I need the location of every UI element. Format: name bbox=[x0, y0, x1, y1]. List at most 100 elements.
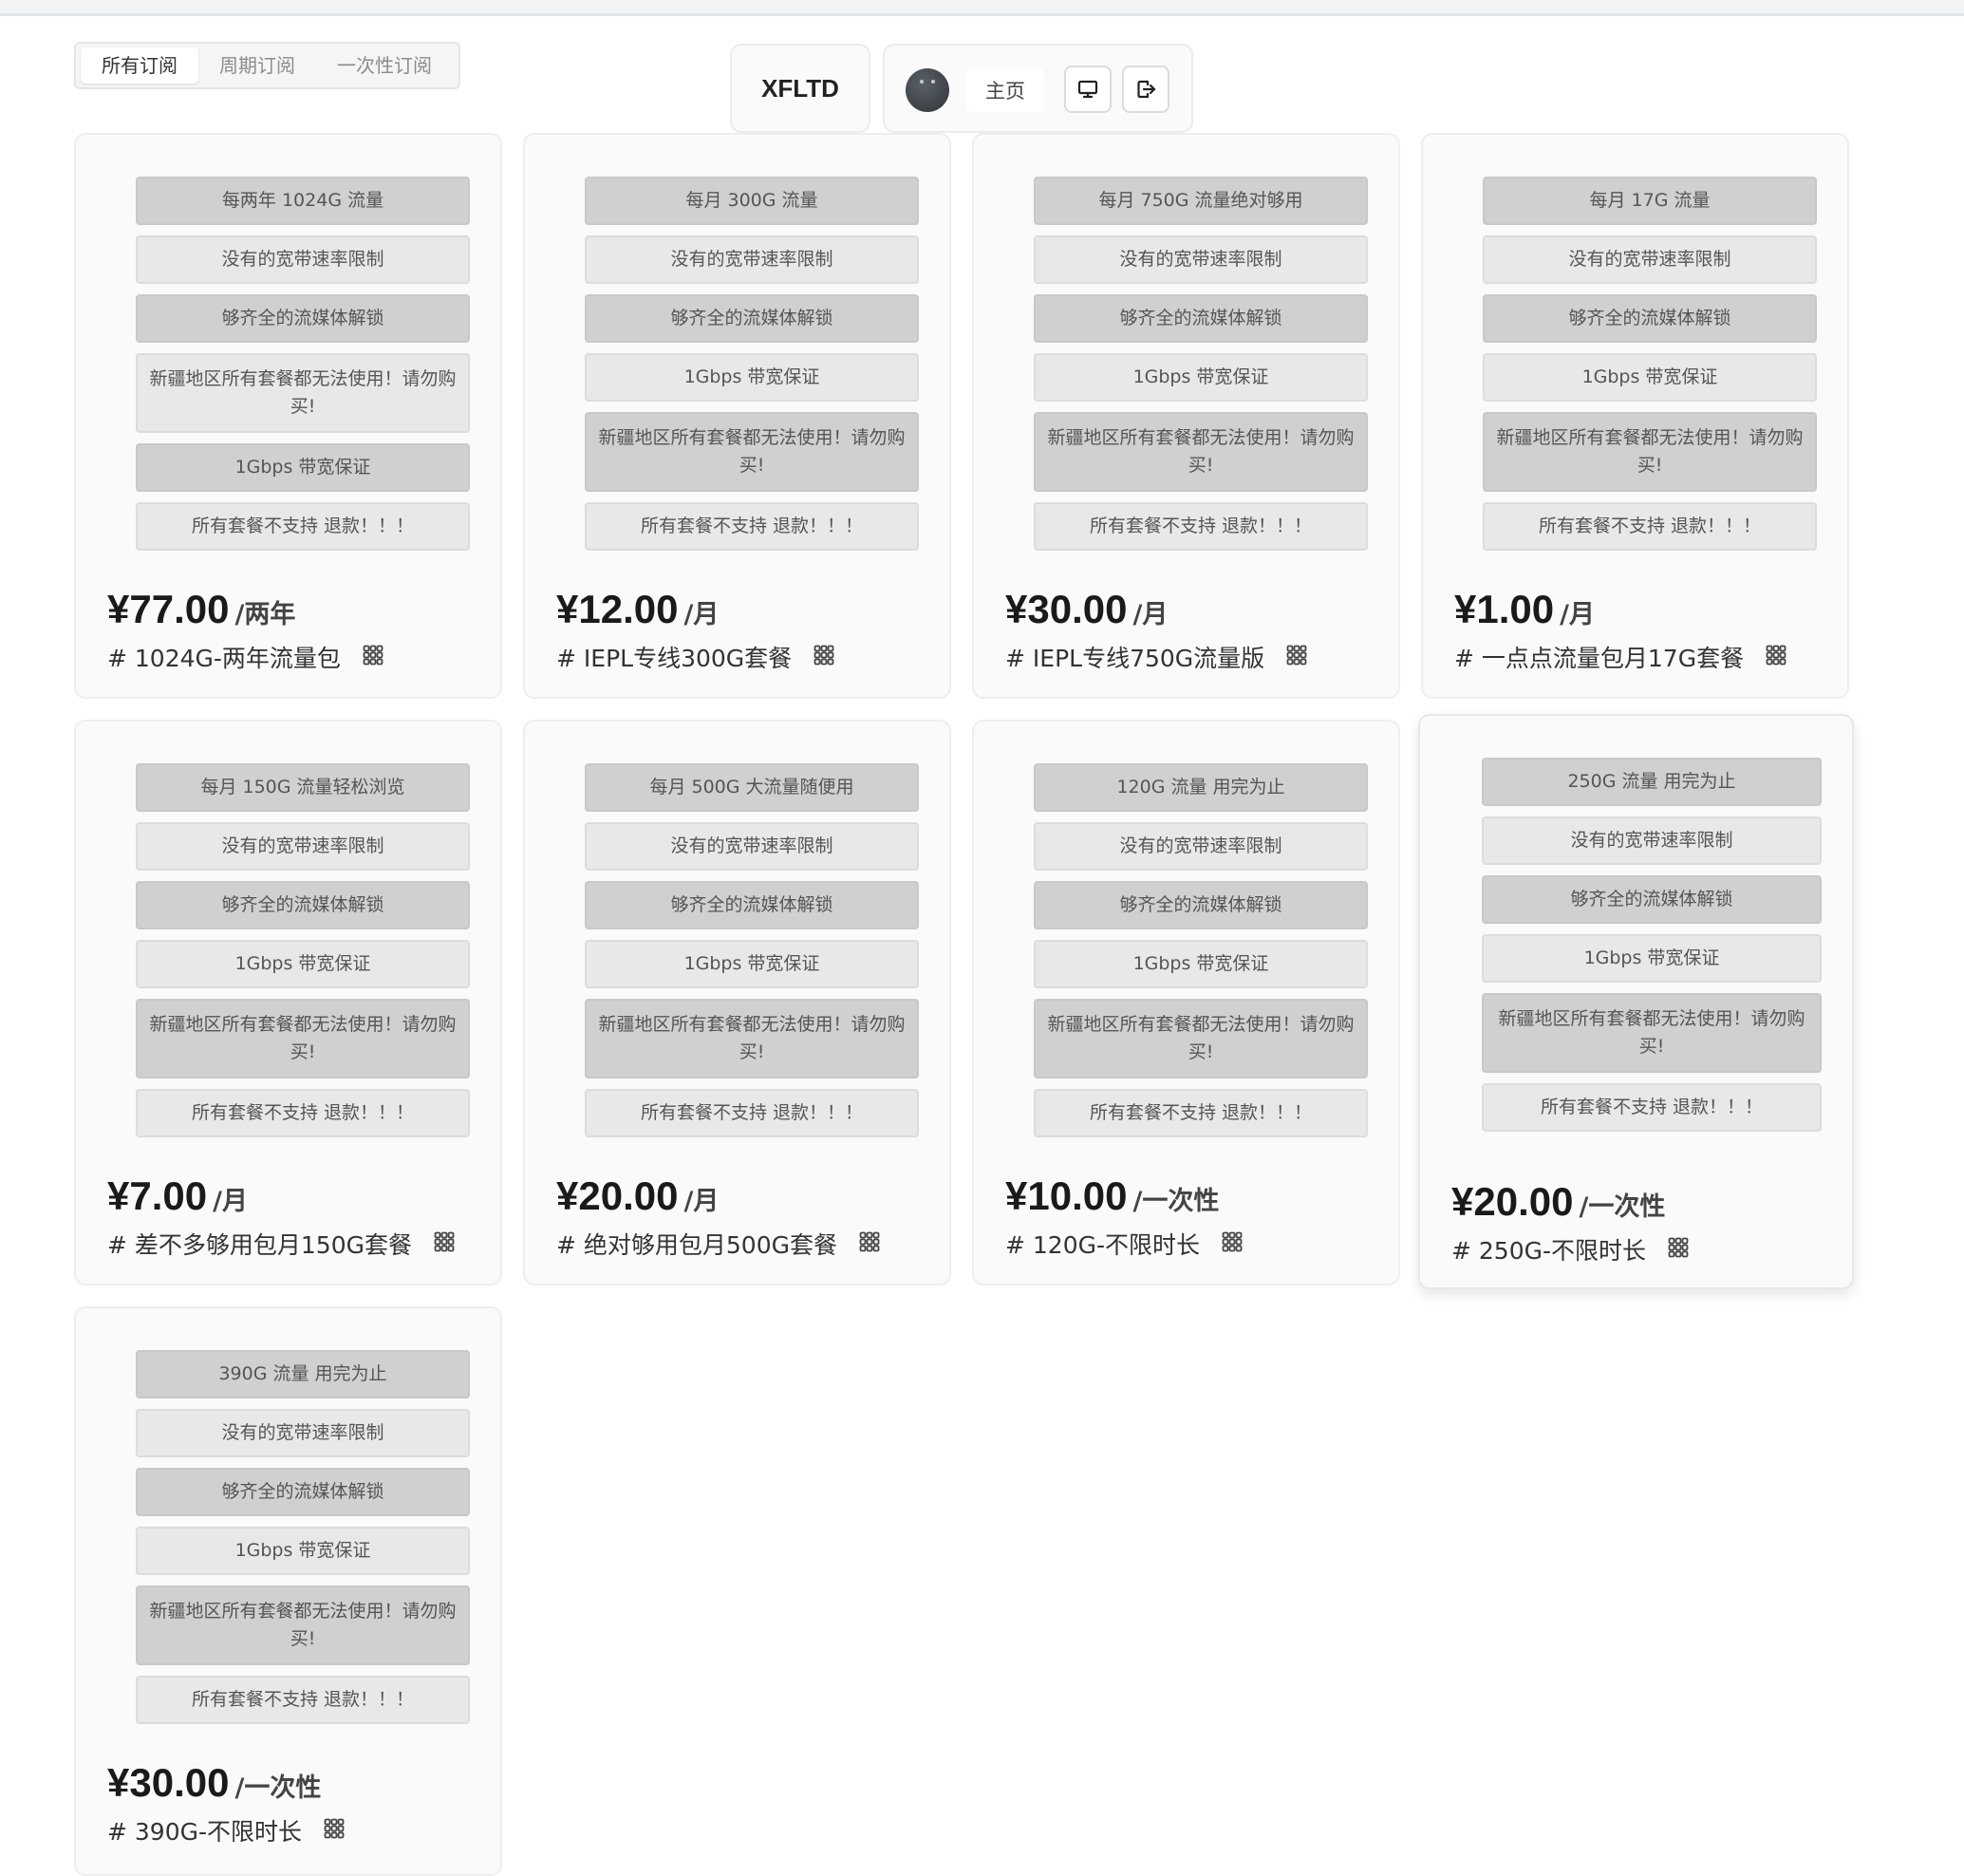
price-period: /一次性 bbox=[1579, 1192, 1666, 1222]
price-amount: ¥10.00 bbox=[1005, 1173, 1128, 1218]
feature-item: 没有的宽带速率限制 bbox=[585, 235, 919, 284]
price-period: /月 bbox=[683, 600, 720, 629]
plan-price: ¥20.00/一次性 bbox=[1451, 1179, 1665, 1225]
plan-card[interactable]: 390G 流量 用完为止 没有的宽带速率限制 够齐全的流媒体解锁 1Gbps 带宽保证… bbox=[74, 1306, 502, 1876]
feature-item: 够齐全的流媒体解锁 bbox=[585, 881, 919, 929]
price-amount: ¥20.00 bbox=[556, 1173, 679, 1218]
feature-item: 1Gbps 带宽保证 bbox=[1483, 353, 1817, 402]
feature-item: 250G 流量 用完为止 bbox=[1482, 758, 1822, 806]
feature-item: 新疆地区所有套餐都无法使用！请勿购买! bbox=[1034, 999, 1368, 1079]
desktop-button[interactable] bbox=[1064, 66, 1112, 113]
feature-item: 所有套餐不支持 退款！！！ bbox=[1034, 1089, 1368, 1137]
plan-price: ¥12.00/月 bbox=[556, 587, 719, 632]
grid-icon[interactable] bbox=[433, 1231, 458, 1256]
feature-item: 新疆地区所有套餐都无法使用！请勿购买! bbox=[1034, 412, 1368, 492]
plan-name-text: # 绝对够用包月500G套餐 bbox=[556, 1231, 837, 1259]
plan-price: ¥30.00/一次性 bbox=[107, 1760, 321, 1806]
feature-list: 每两年 1024G 流量 没有的宽带速率限制 够齐全的流媒体解锁 新疆地区所有套餐都无… bbox=[136, 177, 470, 561]
plan-card[interactable]: 120G 流量 用完为止 没有的宽带速率限制 够齐全的流媒体解锁 1Gbps 带宽保证… bbox=[972, 720, 1400, 1285]
feature-item: 没有的宽带速率限制 bbox=[136, 235, 470, 284]
feature-item: 新疆地区所有套餐都无法使用！请勿购买! bbox=[136, 353, 470, 433]
desktop-icon bbox=[1077, 80, 1098, 99]
grid-icon[interactable] bbox=[813, 645, 837, 669]
feature-item: 够齐全的流媒体解锁 bbox=[585, 294, 919, 343]
tab-all-subscriptions[interactable]: 所有订阅 bbox=[81, 47, 198, 84]
feature-list: 每月 300G 流量 没有的宽带速率限制 够齐全的流媒体解锁 1Gbps 带宽保证 新疆… bbox=[585, 177, 919, 561]
price-period: /一次性 bbox=[234, 1773, 322, 1803]
feature-item: 够齐全的流媒体解锁 bbox=[1483, 294, 1817, 343]
price-period: /月 bbox=[1560, 600, 1595, 629]
feature-item: 新疆地区所有套餐都无法使用！请勿购买! bbox=[585, 412, 919, 492]
avatar[interactable] bbox=[906, 68, 949, 112]
plan-name: # 120G-不限时长 bbox=[1005, 1227, 1245, 1261]
plan-card[interactable]: 每月 300G 流量 没有的宽带速率限制 够齐全的流媒体解锁 1Gbps 带宽保证 新疆… bbox=[523, 133, 951, 699]
feature-item: 所有套餐不支持 退款！！！ bbox=[136, 502, 470, 551]
plan-card[interactable]: 每月 500G 大流量随便用 没有的宽带速率限制 够齐全的流媒体解锁 1Gbps 带宽… bbox=[523, 720, 951, 1285]
feature-item: 所有套餐不支持 退款！！！ bbox=[585, 502, 919, 551]
feature-item: 所有套餐不支持 退款！！！ bbox=[1483, 502, 1817, 551]
grid-icon[interactable] bbox=[858, 1231, 883, 1256]
grid-icon[interactable] bbox=[1285, 645, 1310, 669]
price-amount: ¥30.00 bbox=[107, 1760, 230, 1805]
feature-item: 没有的宽带速率限制 bbox=[1034, 235, 1368, 284]
plan-name: # IEPL专线750G流量版 bbox=[1005, 640, 1310, 674]
plan-card[interactable]: 每月 150G 流量轻松浏览 没有的宽带速率限制 够齐全的流媒体解锁 1Gbps 带宽… bbox=[74, 720, 502, 1285]
feature-item: 新疆地区所有套餐都无法使用！请勿购买! bbox=[1482, 993, 1822, 1073]
plan-price: ¥10.00/一次性 bbox=[1005, 1173, 1219, 1219]
feature-list: 每月 750G 流量绝对够用 没有的宽带速率限制 够齐全的流媒体解锁 1Gbps 带宽… bbox=[1034, 177, 1368, 561]
price-period: /月 bbox=[213, 1187, 248, 1216]
price-period: /月 bbox=[683, 1187, 720, 1216]
feature-list: 每月 500G 大流量随便用 没有的宽带速率限制 够齐全的流媒体解锁 1Gbps 带宽… bbox=[585, 763, 919, 1148]
feature-item: 1Gbps 带宽保证 bbox=[1034, 353, 1368, 402]
feature-list: 250G 流量 用完为止 没有的宽带速率限制 够齐全的流媒体解锁 1Gbps 带宽保证… bbox=[1482, 758, 1822, 1142]
plan-name-text: # 差不多够用包月150G套餐 bbox=[107, 1231, 412, 1259]
subscription-filter-tabs: 所有订阅 周期订阅 一次性订阅 bbox=[74, 42, 460, 89]
feature-item: 够齐全的流媒体解锁 bbox=[136, 881, 470, 929]
feature-item: 没有的宽带速率限制 bbox=[1034, 822, 1368, 871]
feature-item: 没有的宽带速率限制 bbox=[136, 1409, 470, 1457]
plan-card[interactable]: 每两年 1024G 流量 没有的宽带速率限制 够齐全的流媒体解锁 新疆地区所有套餐都无… bbox=[74, 133, 502, 699]
feature-item: 1Gbps 带宽保证 bbox=[136, 1527, 470, 1575]
grid-icon[interactable] bbox=[1765, 645, 1789, 669]
plan-price: ¥77.00/两年 bbox=[107, 587, 295, 632]
feature-item: 390G 流量 用完为止 bbox=[136, 1350, 470, 1398]
feature-item: 所有套餐不支持 退款！！！ bbox=[136, 1676, 470, 1724]
feature-item: 新疆地区所有套餐都无法使用！请勿购买! bbox=[1483, 412, 1817, 492]
feature-item: 没有的宽带速率限制 bbox=[136, 822, 470, 871]
plan-card[interactable]: 每月 750G 流量绝对够用 没有的宽带速率限制 够齐全的流媒体解锁 1Gbps 带宽… bbox=[972, 133, 1400, 699]
tab-periodic-subscriptions[interactable]: 周期订阅 bbox=[198, 47, 316, 84]
feature-item: 每两年 1024G 流量 bbox=[136, 177, 470, 225]
feature-item: 新疆地区所有套餐都无法使用！请勿购买! bbox=[136, 999, 470, 1079]
feature-item: 没有的宽带速率限制 bbox=[1483, 235, 1817, 284]
tab-one-time-subscriptions[interactable]: 一次性订阅 bbox=[316, 47, 453, 84]
grid-icon[interactable] bbox=[1221, 1231, 1245, 1256]
feature-item: 所有套餐不支持 退款！！！ bbox=[585, 1089, 919, 1137]
grid-icon[interactable] bbox=[1667, 1237, 1692, 1262]
feature-item: 没有的宽带速率限制 bbox=[1482, 816, 1822, 865]
feature-item: 1Gbps 带宽保证 bbox=[585, 940, 919, 988]
feature-item: 1Gbps 带宽保证 bbox=[136, 443, 470, 492]
feature-list: 每月 17G 流量 没有的宽带速率限制 够齐全的流媒体解锁 1Gbps 带宽保证 新疆地… bbox=[1483, 177, 1817, 561]
logout-icon bbox=[1137, 80, 1156, 99]
plan-name-text: # 1024G-两年流量包 bbox=[107, 645, 341, 672]
user-nav: 主页 bbox=[883, 44, 1193, 133]
feature-item: 所有套餐不支持 退款！！！ bbox=[1034, 502, 1368, 551]
grid-icon[interactable] bbox=[323, 1818, 347, 1843]
plan-name-text: # IEPL专线300G套餐 bbox=[556, 645, 793, 672]
top-bar bbox=[0, 0, 1964, 16]
feature-item: 每月 150G 流量轻松浏览 bbox=[136, 763, 470, 812]
brand-logo[interactable]: XFLTD bbox=[730, 44, 870, 133]
feature-item: 所有套餐不支持 退款！！！ bbox=[136, 1089, 470, 1137]
plan-name: # 1024G-两年流量包 bbox=[107, 640, 386, 674]
plan-name-text: # 一点点流量包月17G套餐 bbox=[1454, 645, 1745, 672]
feature-item: 1Gbps 带宽保证 bbox=[136, 940, 470, 988]
plan-name-text: # 390G-不限时长 bbox=[107, 1818, 303, 1846]
plan-card[interactable]: 每月 17G 流量 没有的宽带速率限制 够齐全的流媒体解锁 1Gbps 带宽保证 新疆地… bbox=[1421, 133, 1849, 699]
home-button[interactable]: 主页 bbox=[966, 68, 1044, 112]
logout-button[interactable] bbox=[1122, 66, 1169, 113]
feature-list: 390G 流量 用完为止 没有的宽带速率限制 够齐全的流媒体解锁 1Gbps 带宽保证… bbox=[136, 1350, 470, 1735]
grid-icon[interactable] bbox=[362, 645, 386, 669]
plan-name: # 差不多够用包月150G套餐 bbox=[107, 1227, 458, 1261]
feature-item: 够齐全的流媒体解锁 bbox=[1482, 875, 1822, 924]
plan-card[interactable]: 250G 流量 用完为止 没有的宽带速率限制 够齐全的流媒体解锁 1Gbps 带宽保证… bbox=[1418, 714, 1854, 1289]
